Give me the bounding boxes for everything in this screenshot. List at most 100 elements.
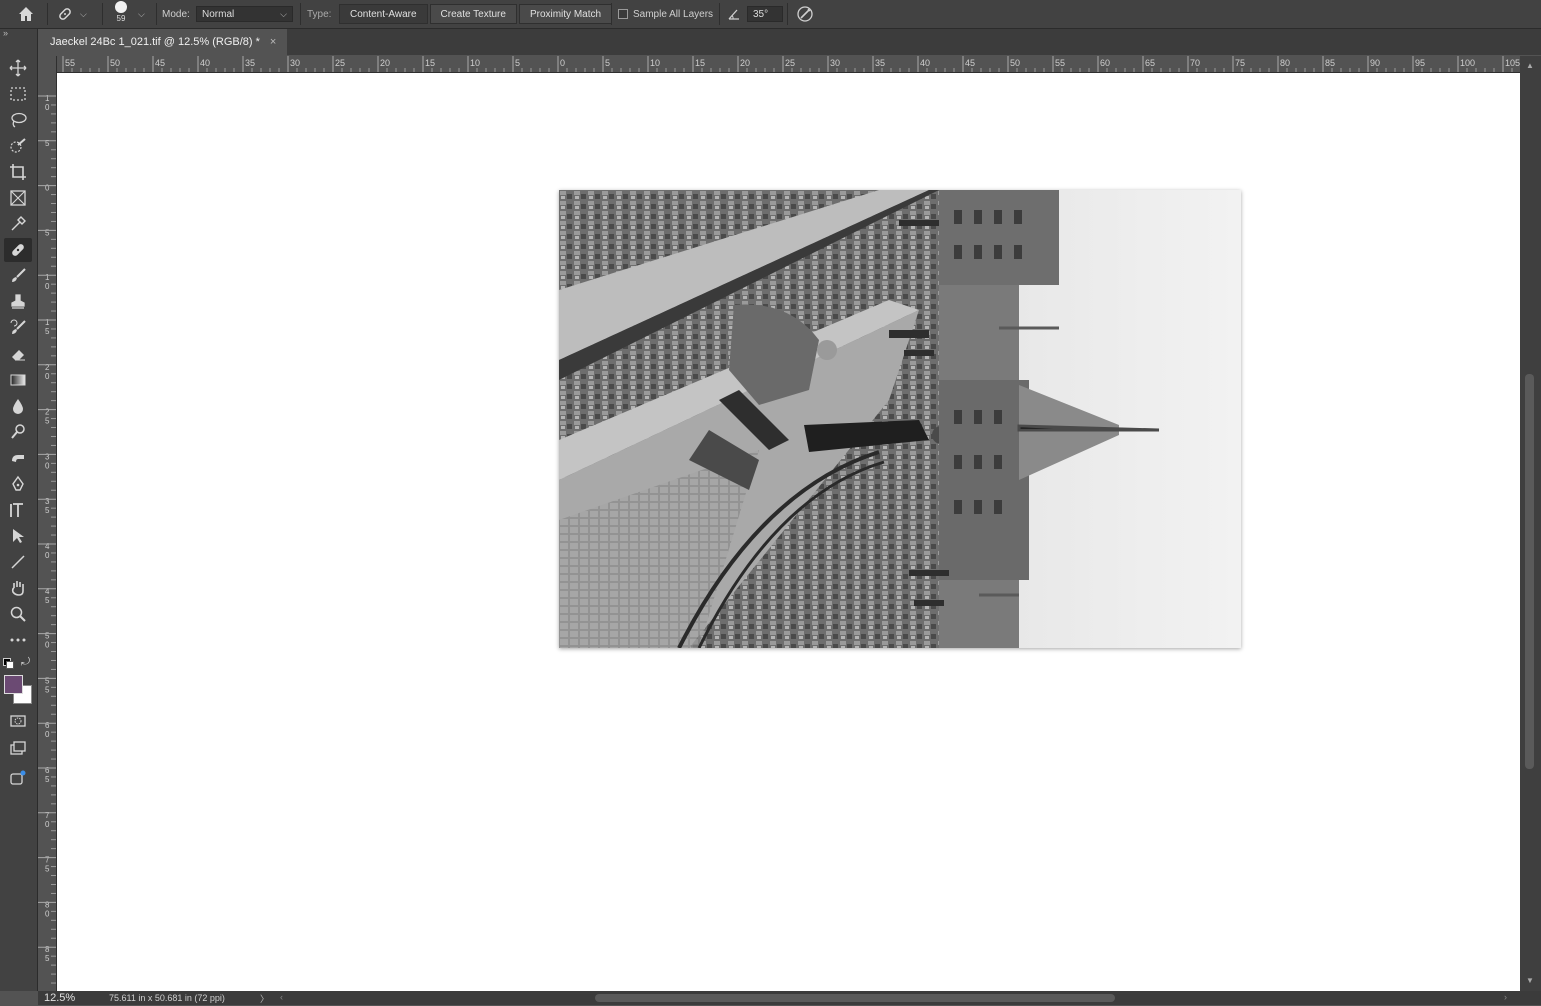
brush-tool[interactable] [4,264,32,288]
path-selection-tool[interactable] [4,524,32,548]
clone-stamp-tool[interactable] [4,290,32,314]
options-bar: ⌵ 59 ⌵ Mode: Normal ⌵ Type: Content-Awar… [0,0,1541,29]
generative-workspace-button[interactable] [4,766,32,790]
ruler-label: 0 [45,184,50,193]
default-colors-icon[interactable] [3,658,14,669]
type-icon [10,503,23,517]
ruler-label: 15 [425,58,435,68]
ruler-label: 1 [45,318,50,327]
crop-icon [10,164,26,180]
lasso-tool[interactable] [4,108,32,132]
frame-icon [10,190,26,206]
move-tool[interactable] [4,56,32,80]
pen-tool[interactable] [4,472,32,496]
document-tab-bar: Jaeckel 24Bc 1_021.tif @ 12.5% (RGB/8) *… [38,29,1541,55]
sample-all-layers-checkbox[interactable] [618,9,628,19]
screen-mode-icon [10,741,26,755]
document-canvas[interactable] [57,73,1520,991]
more-dots-icon [10,638,26,642]
dodge-tool[interactable] [4,420,32,444]
ruler-label: 0 [45,372,50,381]
ruler-label: 100 [1460,58,1475,68]
pen-pressure-icon [797,6,813,22]
quick-selection-icon [10,138,26,153]
status-menu-arrow-icon[interactable]: 〉 [260,992,269,1005]
chevron-down-icon: ⌵ [138,8,145,19]
ruler-label: 1 [45,273,50,282]
blur-tool[interactable] [4,394,32,418]
marquee-tool[interactable] [4,82,32,106]
angle-input[interactable]: 35° [747,6,783,22]
ruler-label: 5 [45,865,50,874]
drop-icon [13,399,23,414]
status-bar: 12.5% 75.611 in x 50.681 in (72 ppi) 〉 ‹… [38,991,1541,1005]
ruler-label: 0 [45,820,50,829]
quick-selection-tool[interactable] [4,134,32,158]
edit-toolbar-button[interactable] [4,628,32,652]
ruler-label: 5 [45,954,50,963]
type-segmented-control: Content-Aware Create Texture Proximity M… [339,0,614,28]
tools-panel: » ⤾ [0,28,38,991]
smudge-icon [12,455,24,462]
proximity-match-button[interactable]: Proximity Match [518,4,613,24]
ruler-label: 40 [200,58,210,68]
content-aware-button[interactable]: Content-Aware [339,4,428,24]
mode-select[interactable]: Normal ⌵ [196,6,293,22]
horizontal-ruler-ticks: 55 50 45 40 35 30 25 20 15 10 5 0 5 10 15 20 25 30 35 40 45 5… [62,56,1520,72]
sample-all-layers-option[interactable]: Sample All Layers [618,0,713,28]
horizontal-scroll-thumb[interactable] [595,994,1115,1002]
ruler-label: 65 [1145,58,1155,68]
foreground-color-swatch[interactable] [4,675,23,694]
create-texture-button[interactable]: Create Texture [429,4,517,24]
crop-tool[interactable] [4,160,32,184]
collapse-panel-icon[interactable]: » [3,28,8,38]
swap-colors-icon[interactable]: ⤾ [21,656,30,669]
pressure-size-button[interactable] [796,0,814,28]
zoom-tool[interactable] [4,602,32,626]
photo-layer[interactable] [559,190,1241,648]
frame-tool[interactable] [4,186,32,210]
ruler-label: 3 [45,452,50,461]
history-brush-tool[interactable] [4,316,32,340]
ruler-label: 0 [45,103,50,112]
ruler-label: 0 [45,909,50,918]
ruler-label: 5 [45,506,50,515]
ruler-label: 5 [515,58,520,68]
close-tab-icon[interactable]: × [270,36,276,48]
ruler-label: 6 [45,766,50,775]
ruler-label: 40 [920,58,930,68]
ruler-label: 10 [470,58,480,68]
type-tool[interactable] [4,498,32,522]
gradient-tool[interactable] [4,368,32,392]
scroll-up-icon[interactable]: ▲ [1526,61,1534,70]
eraser-tool[interactable] [4,342,32,366]
ruler-label: 15 [695,58,705,68]
ruler-label: 0 [45,461,50,470]
hand-tool[interactable] [4,576,32,600]
ruler-label: 70 [1190,58,1200,68]
quick-mask-button[interactable] [4,709,32,733]
eyedropper-tool[interactable] [4,212,32,236]
zoom-level-field[interactable]: 12.5% [44,991,75,1005]
ruler-label: 35 [875,58,885,68]
screen-mode-button[interactable] [4,736,32,760]
brush-size-value: 59 [116,14,126,23]
home-button[interactable] [14,0,38,28]
angle-icon [728,9,739,20]
ruler-label: 30 [290,58,300,68]
document-tab[interactable]: Jaeckel 24Bc 1_021.tif @ 12.5% (RGB/8) *… [38,29,287,55]
ruler-label: 25 [335,58,345,68]
smudge-tool[interactable] [4,446,32,470]
ruler-label: 10 [650,58,660,68]
scroll-down-icon[interactable]: ▼ [1526,976,1534,985]
scroll-right-icon[interactable]: › [1504,992,1507,1002]
ruler-label: 6 [45,721,50,730]
line-tool[interactable] [4,550,32,574]
tool-preset-picker[interactable]: ⌵ [56,0,98,28]
scroll-left-icon[interactable]: ‹ [280,992,283,1002]
vertical-scrollbar[interactable]: ▲ ▼ [1520,56,1541,991]
brush-size-picker[interactable]: 59 ⌵ [110,0,152,28]
vertical-scroll-thumb[interactable] [1525,374,1534,769]
document-info[interactable]: 75.611 in x 50.681 in (72 ppi) [109,991,225,1005]
spot-healing-brush-tool[interactable] [4,238,32,262]
